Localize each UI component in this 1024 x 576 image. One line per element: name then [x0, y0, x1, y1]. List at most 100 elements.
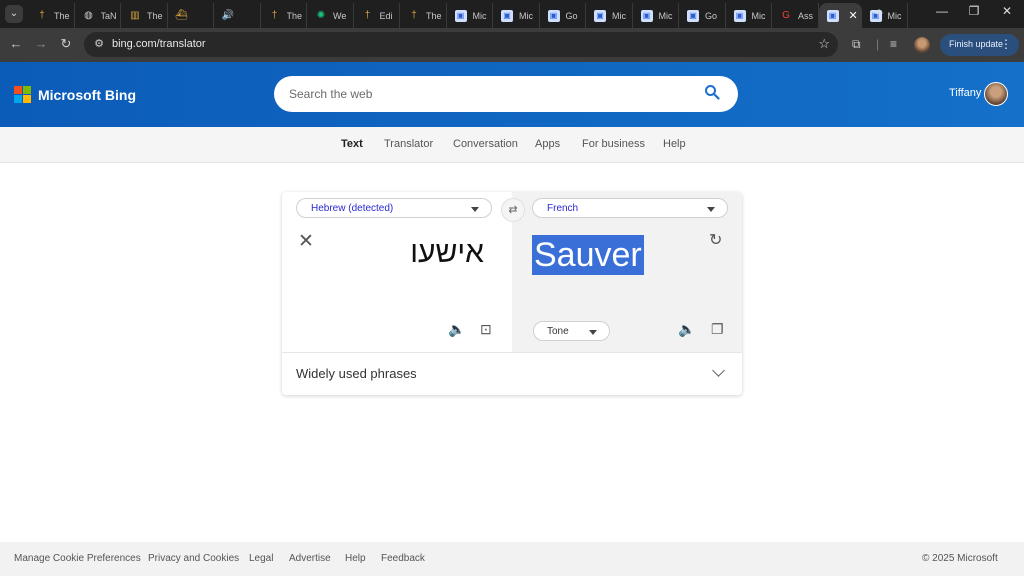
- tab-title: TaN: [100, 10, 117, 21]
- browser-tab[interactable]: † The: [400, 3, 447, 28]
- translator-icon: ▣: [687, 9, 699, 22]
- browser-tab[interactable]: ✺ We: [307, 3, 354, 28]
- tab-title: The: [54, 10, 70, 21]
- footer-advertise[interactable]: Advertise: [289, 553, 331, 564]
- tabs-container: † The ◍ TaN ▥ The ⛴ 🔊 † The ✺ We † Edi † The ▣ Mic ▣ Mic ▣ Go…: [28, 3, 908, 28]
- tab-search-button[interactable]: ⌄: [5, 5, 23, 23]
- browser-tab[interactable]: ▣ Mic: [726, 3, 772, 28]
- more-menu-icon: ⋮: [1000, 37, 1012, 51]
- footer-feedback[interactable]: Feedback: [381, 553, 425, 564]
- browser-tab[interactable]: † Edi: [354, 3, 400, 28]
- tab-title: Mic: [472, 10, 487, 21]
- site-info-icon[interactable]: ⚙: [92, 37, 106, 51]
- user-avatar[interactable]: [984, 82, 1008, 106]
- subnav-translator[interactable]: Translator: [384, 138, 433, 150]
- microsoft-logo-icon[interactable]: [14, 86, 32, 104]
- tab-title: Edi: [379, 10, 393, 21]
- cross-icon: †: [271, 10, 278, 21]
- source-language-select[interactable]: Hebrew (detected): [296, 198, 492, 218]
- target-speaker-icon[interactable]: 🔈: [678, 321, 695, 338]
- target-language-select[interactable]: French: [532, 198, 728, 218]
- reload-button[interactable]: ↻: [58, 36, 74, 52]
- browser-tab[interactable]: G Ass: [772, 3, 819, 28]
- page-footer: Manage Cookie Preferences Privacy and Co…: [0, 542, 1024, 576]
- subnav-text[interactable]: Text: [341, 138, 363, 150]
- browser-tab[interactable]: ▣ Mic: [633, 3, 679, 28]
- widely-used-phrases[interactable]: Widely used phrases: [296, 366, 417, 381]
- translator-icon: ▣: [454, 9, 467, 22]
- address-bar[interactable]: ⚙ bing.com/translator ☆: [84, 32, 838, 57]
- search-input[interactable]: Search the web: [289, 87, 372, 101]
- user-name[interactable]: Tiffany: [949, 87, 981, 99]
- swap-languages-button[interactable]: ⇄: [501, 198, 525, 222]
- source-speaker-icon[interactable]: 🔈: [448, 321, 465, 338]
- translated-text[interactable]: Sauver: [532, 235, 644, 275]
- browser-tab[interactable]: † The: [28, 3, 75, 28]
- browser-tab[interactable]: ▣ Mic: [586, 3, 633, 28]
- tab-title: Mic: [519, 10, 533, 21]
- speaker-icon: 🔊: [221, 10, 235, 21]
- browser-tab[interactable]: † The: [261, 3, 307, 28]
- footer-privacy[interactable]: Privacy and Cookies: [148, 553, 239, 564]
- footer-cookie-prefs[interactable]: Manage Cookie Preferences: [14, 553, 141, 564]
- search-box[interactable]: Search the web: [274, 76, 738, 112]
- globe-icon: ◍: [84, 10, 93, 21]
- tab-title: The: [147, 10, 163, 21]
- dropdown-arrow-icon: [707, 207, 715, 212]
- tab-active[interactable]: ▣ ✕: [818, 3, 862, 28]
- profile-avatar[interactable]: [914, 37, 930, 53]
- new-tab-button[interactable]: +: [870, 5, 888, 22]
- chevron-down-icon[interactable]: [712, 364, 725, 377]
- tab-title: Go: [705, 10, 718, 21]
- forward-button[interactable]: →: [33, 36, 49, 51]
- browser-tab[interactable]: ▣ Go: [679, 3, 726, 28]
- restore-button[interactable]: ❐: [964, 4, 984, 18]
- tab-title: Ass: [798, 10, 814, 21]
- translator-subnav: Text Translator Conversation Apps For bu…: [0, 127, 1024, 163]
- extensions-icon[interactable]: ⧉: [852, 37, 861, 52]
- cross-icon: †: [39, 10, 45, 21]
- tab-title: Go: [565, 10, 578, 21]
- search-icon[interactable]: [704, 84, 720, 100]
- tone-select[interactable]: Tone: [533, 321, 610, 341]
- browser-tab[interactable]: 🔊: [214, 3, 261, 28]
- subnav-conversation[interactable]: Conversation: [453, 138, 518, 150]
- cross-icon: †: [364, 10, 371, 21]
- tab-title: We: [333, 10, 347, 21]
- footer-help[interactable]: Help: [345, 553, 366, 564]
- source-text-input[interactable]: אישעו: [410, 236, 484, 270]
- subnav-for-business[interactable]: For business: [582, 138, 645, 150]
- footer-legal[interactable]: Legal: [249, 553, 273, 564]
- browser-tab[interactable]: ▥ The: [121, 3, 168, 28]
- brand-name[interactable]: Microsoft Bing: [38, 87, 136, 103]
- browser-tab[interactable]: ⛴: [168, 3, 214, 28]
- dropdown-arrow-icon: [589, 330, 597, 335]
- translator-icon: ▣: [594, 9, 606, 22]
- translator-icon: ▣: [826, 9, 839, 22]
- footer-copyright: © 2025 Microsoft: [922, 553, 998, 564]
- tab-title: Mic: [887, 10, 902, 21]
- browser-tab[interactable]: ▣ Mic: [447, 3, 493, 28]
- subnav-apps[interactable]: Apps: [535, 138, 560, 150]
- refresh-icon[interactable]: ↻: [709, 230, 722, 250]
- bookmark-star-icon[interactable]: ☆: [818, 36, 830, 52]
- url-text[interactable]: bing.com/translator: [112, 38, 206, 50]
- copy-icon[interactable]: ❐: [711, 321, 724, 338]
- translator-card: Hebrew (detected) ⇄ French ✕ אישעו Sauve…: [282, 192, 742, 395]
- finish-update-button[interactable]: Finish update ⋮: [940, 34, 1019, 56]
- browser-toolbar: ← → ↻ ⚙ bing.com/translator ☆ ⧉ | ≡: [0, 28, 1024, 62]
- visual-search-icon[interactable]: ⊡: [480, 321, 492, 338]
- minimize-button[interactable]: —: [932, 4, 952, 18]
- close-window-button[interactable]: ✕: [997, 4, 1017, 18]
- media-controls-icon[interactable]: ≡: [890, 37, 897, 51]
- subnav-help[interactable]: Help: [663, 138, 686, 150]
- translator-icon: ▣: [640, 9, 653, 22]
- browser-tab[interactable]: ▣ Mic: [493, 3, 540, 28]
- browser-tab[interactable]: ◍ TaN: [75, 3, 121, 28]
- close-tab-icon[interactable]: ✕: [849, 9, 858, 22]
- back-button[interactable]: ←: [8, 36, 24, 51]
- translator-icon: ▣: [501, 9, 513, 22]
- browser-tab[interactable]: ▣ Go: [540, 3, 586, 28]
- clear-text-icon[interactable]: ✕: [298, 230, 314, 253]
- google-icon: G: [782, 10, 790, 21]
